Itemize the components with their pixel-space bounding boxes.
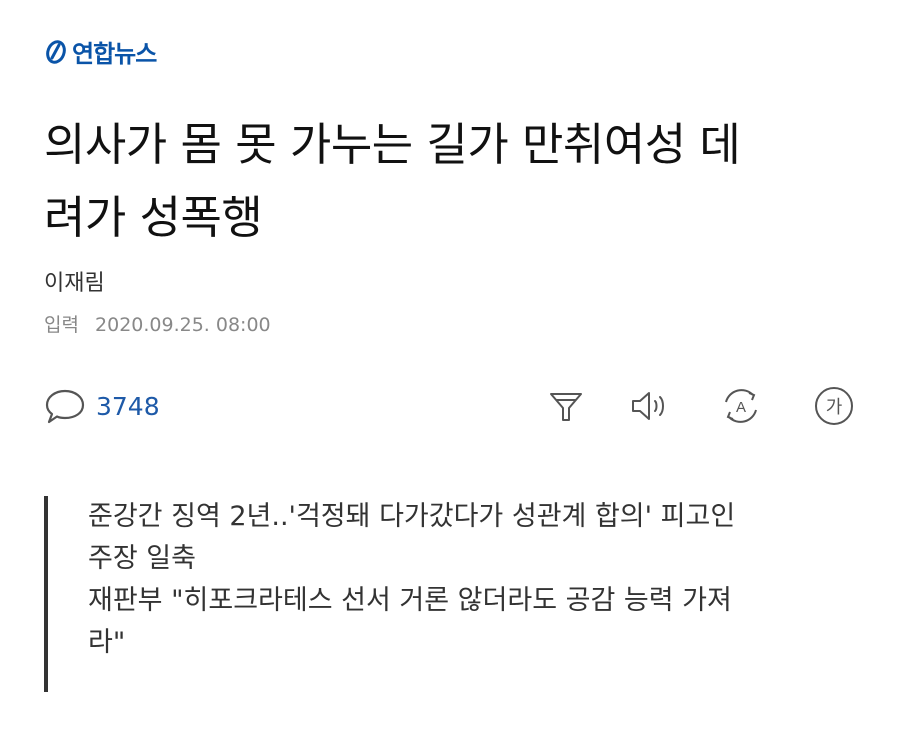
headline-line-2: 려가 성폭행 xyxy=(44,191,263,244)
listen-button[interactable] xyxy=(629,384,673,428)
summary-line: 주장 일축 xyxy=(88,543,196,574)
publish-date-label: 입력 xyxy=(44,314,79,336)
filter-button[interactable] xyxy=(544,384,588,428)
font-size-label: 가 xyxy=(826,397,843,418)
article-headline: 의사가 몸 못 가누는 길가 만취여성 데 려가 성폭행 xyxy=(44,108,864,254)
publish-date-value: 2020.09.25. 08:00 xyxy=(95,314,271,336)
summary-line: 라" xyxy=(88,627,126,658)
brand-logo[interactable]: 연합뉴스 xyxy=(44,34,157,69)
summary-line: 재판부 "히포크라테스 선서 거론 않더라도 공감 능력 가져 xyxy=(88,585,732,616)
translate-icon: A xyxy=(725,389,757,423)
summary-line: 준강간 징역 2년..'걱정돼 다가갔다가 성관계 합의' 피고인 xyxy=(88,501,736,532)
publish-date: 입력 2020.09.25. 08:00 xyxy=(44,310,271,337)
translate-button[interactable]: A xyxy=(719,384,763,428)
comment-bubble-icon xyxy=(45,389,85,424)
filter-icon xyxy=(550,393,582,421)
svg-text:A: A xyxy=(736,399,746,416)
article-author[interactable]: 이재림 xyxy=(44,265,105,297)
speaker-icon xyxy=(632,392,664,420)
article-summary: 준강간 징역 2년..'걱정돼 다가갔다가 성관계 합의' 피고인 주장 일축 … xyxy=(44,496,868,692)
yonhap-logo-icon xyxy=(46,39,66,64)
comment-count: 3748 xyxy=(96,391,160,421)
font-size-button[interactable]: 가 xyxy=(812,384,856,428)
article-toolbar: 3748 A 가 xyxy=(44,380,864,432)
brand-name: 연합뉴스 xyxy=(72,40,157,68)
comment-button[interactable]: 3748 xyxy=(44,380,160,432)
headline-line-1: 의사가 몸 못 가누는 길가 만취여성 데 xyxy=(44,118,741,171)
font-size-icon: 가 xyxy=(815,387,853,425)
